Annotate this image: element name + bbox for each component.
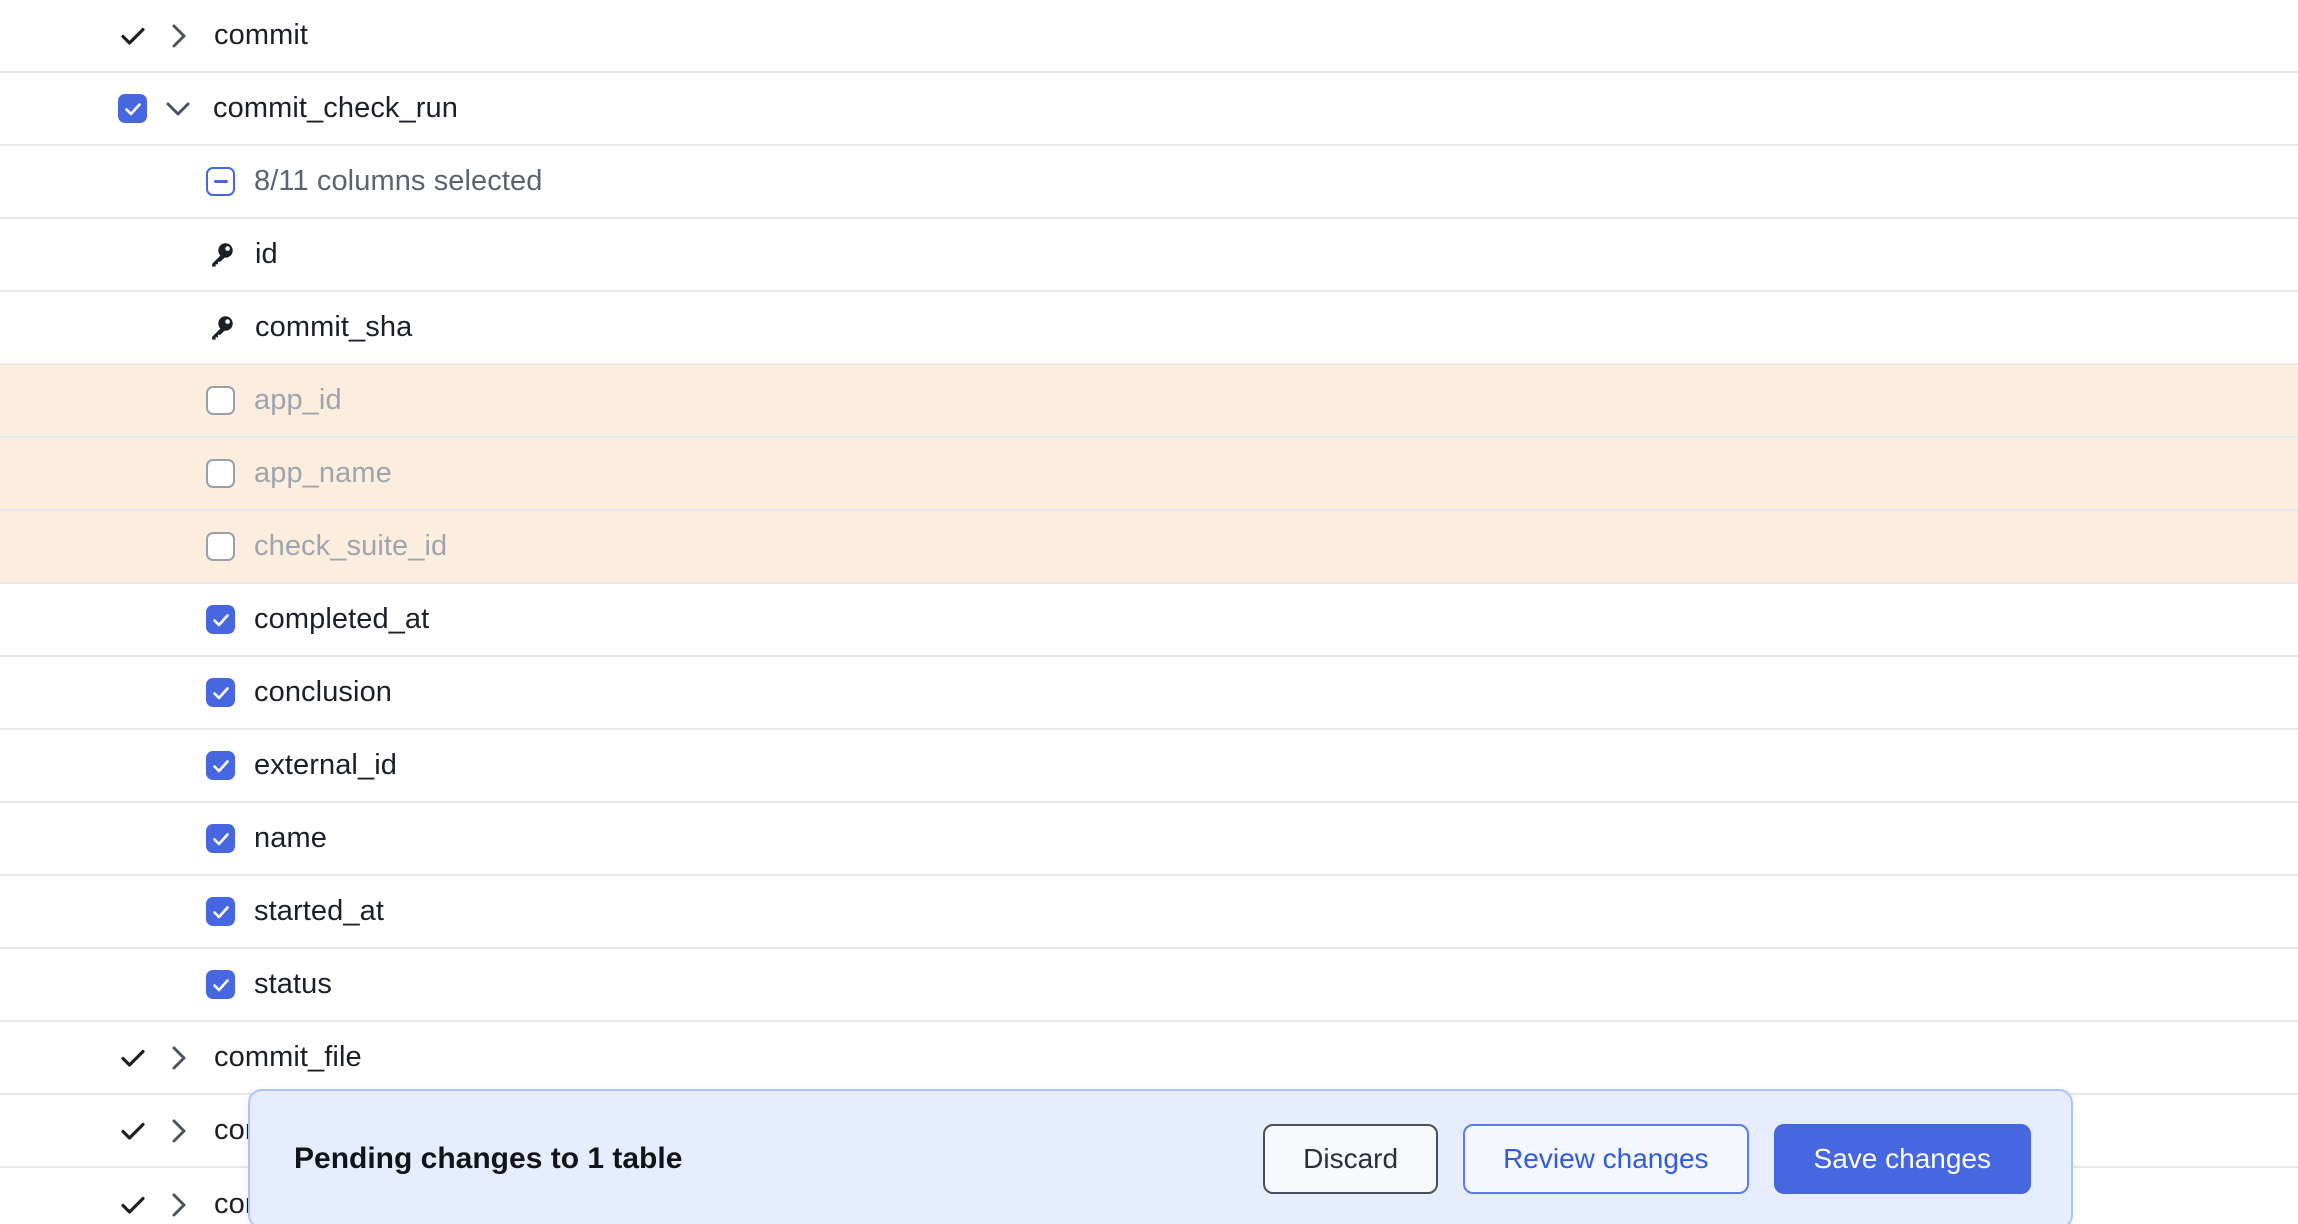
- pending-changes-banner: Pending changes to 1 table Discard Revie…: [248, 1089, 2073, 1224]
- table-name-label: commit_check_run: [213, 92, 458, 124]
- column-row-status[interactable]: status: [0, 949, 2298, 1022]
- column-row-app-id[interactable]: app_id: [0, 365, 2298, 438]
- table-row-commit-file[interactable]: commit_file: [0, 1022, 2298, 1095]
- check-icon: [118, 1116, 148, 1146]
- table-name-label: commit_file: [214, 1041, 362, 1073]
- checkbox-unchecked-icon[interactable]: [206, 386, 235, 415]
- column-name-label: commit_sha: [255, 311, 413, 343]
- column-row-conclusion[interactable]: conclusion: [0, 657, 2298, 730]
- column-selector-panel: commit commit_check_run 8/11 columns sel…: [0, 0, 2298, 1224]
- column-name-label: status: [254, 968, 332, 1000]
- checkbox-unchecked-icon[interactable]: [206, 459, 235, 488]
- check-icon: [118, 1190, 148, 1220]
- key-icon: [206, 313, 236, 343]
- column-name-label: conclusion: [254, 676, 393, 708]
- column-row-id[interactable]: id: [0, 219, 2298, 292]
- column-row-commit-sha[interactable]: commit_sha: [0, 292, 2298, 365]
- column-row-external-id[interactable]: external_id: [0, 730, 2298, 803]
- column-name-label: check_suite_id: [254, 530, 448, 562]
- checkbox-checked-icon[interactable]: [206, 824, 235, 853]
- column-name-label: name: [254, 822, 327, 854]
- column-row-name[interactable]: name: [0, 803, 2298, 876]
- column-name-label: id: [255, 238, 278, 270]
- table-name-label: commit: [214, 19, 309, 51]
- check-icon: [118, 21, 148, 51]
- review-changes-button[interactable]: Review changes: [1463, 1124, 1749, 1194]
- chevron-right-icon[interactable]: [166, 23, 192, 49]
- chevron-right-icon[interactable]: [166, 1118, 192, 1144]
- column-row-check-suite-id[interactable]: check_suite_id: [0, 511, 2298, 584]
- check-icon: [118, 1043, 148, 1073]
- checkbox-indeterminate-icon[interactable]: [206, 167, 235, 196]
- chevron-down-icon[interactable]: [165, 96, 191, 122]
- checkbox-checked-icon[interactable]: [206, 751, 235, 780]
- column-name-label: app_name: [254, 457, 392, 489]
- checkbox-checked-icon[interactable]: [206, 897, 235, 926]
- checkbox-checked-icon[interactable]: [118, 94, 147, 123]
- checkbox-checked-icon[interactable]: [206, 970, 235, 999]
- column-row-started-at[interactable]: started_at: [0, 876, 2298, 949]
- column-name-label: app_id: [254, 384, 342, 416]
- key-icon: [206, 240, 236, 270]
- discard-button[interactable]: Discard: [1263, 1124, 1439, 1194]
- chevron-right-icon[interactable]: [166, 1045, 192, 1071]
- column-name-label: completed_at: [254, 603, 430, 635]
- column-name-label: external_id: [254, 749, 397, 781]
- checkbox-checked-icon[interactable]: [206, 605, 235, 634]
- checkbox-unchecked-icon[interactable]: [206, 532, 235, 561]
- dash-glyph: [213, 180, 228, 183]
- table-row-commit[interactable]: commit: [0, 0, 2298, 73]
- table-row-commit-check-run[interactable]: commit_check_run: [0, 73, 2298, 146]
- column-row-app-name[interactable]: app_name: [0, 438, 2298, 511]
- column-row-completed-at[interactable]: completed_at: [0, 584, 2298, 657]
- pending-changes-title: Pending changes to 1 table: [294, 1142, 683, 1175]
- chevron-right-icon[interactable]: [166, 1192, 192, 1218]
- checkbox-checked-icon[interactable]: [206, 678, 235, 707]
- columns-selected-label: 8/11 columns selected: [254, 165, 543, 197]
- save-changes-button[interactable]: Save changes: [1773, 1124, 2031, 1194]
- banner-actions: Discard Review changes Save changes: [1263, 1124, 2031, 1194]
- columns-selected-summary-row[interactable]: 8/11 columns selected: [0, 146, 2298, 219]
- column-name-label: started_at: [254, 895, 384, 927]
